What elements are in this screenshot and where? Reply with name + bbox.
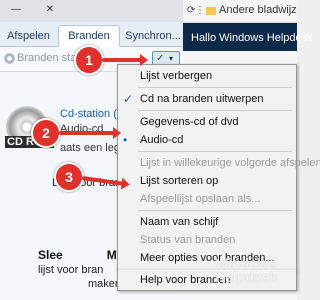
callout-1-arrow (102, 54, 148, 66)
menu-separator (138, 151, 292, 152)
site-header: Hallo Windows Helpdesk (183, 23, 313, 51)
close-button[interactable]: ✕ (42, 4, 58, 16)
menu-item-save-playlist: Afspeellijst opslaan als... (140, 193, 261, 205)
callout-2-arrow (59, 127, 121, 139)
menu-separator (138, 110, 292, 111)
menu-item-burn-status: Status van branden (140, 234, 236, 246)
checklist-icon: ✓ (156, 53, 165, 64)
watermark: Windows Helpdesk (215, 255, 278, 285)
tab-afspelen[interactable]: Afspelen (0, 25, 57, 47)
minimize-button[interactable]: — (8, 4, 24, 16)
drag-items-text: lijst voor bran (38, 264, 104, 276)
menu-item-shuffle-list: Lijst in willekeurige volgorde afspelen (140, 157, 320, 169)
menu-separator (138, 87, 292, 88)
callout-1: 1 (74, 45, 104, 75)
chevron-down-icon: ▾ (169, 54, 174, 63)
callout-2: 2 (31, 118, 61, 148)
menu-item-sort-list[interactable]: Lijst sorteren op (118, 172, 296, 190)
more-icon[interactable]: ⋮ (195, 5, 205, 16)
greeting-text: Hallo Windows Helpdesk (191, 32, 313, 44)
burn-options-menu: Lijst verbergen ✓ Cd na branden uitwerpen… (117, 64, 320, 271)
menu-item-audio-cd[interactable]: • Audio-cd (118, 131, 296, 149)
folder-icon (206, 7, 216, 15)
menu-item-data-disc[interactable]: Gegevens-cd of dvd (118, 113, 296, 131)
menu-separator (138, 210, 292, 211)
tab-synchroniseren[interactable]: Synchron... (121, 25, 185, 47)
checkmark-icon: ✓ (123, 92, 134, 106)
burn-disc-icon (4, 53, 15, 64)
tab-branden[interactable]: Branden (58, 25, 120, 47)
callout-3: 3 (54, 162, 84, 192)
radio-bullet-icon: • (123, 133, 128, 147)
bookmarks-bar: ⟳ ⋮ Andere bladwijz (183, 0, 297, 23)
tab-bar: Afspelen Branden Synchron... (0, 22, 183, 47)
other-bookmarks-link[interactable]: Andere bladwijz (219, 4, 297, 16)
menu-item-disc-name[interactable]: Naam van schijf (118, 213, 296, 231)
menu-item-hide-list[interactable]: Lijst verbergen (118, 67, 296, 85)
menu-item-eject-after-burn[interactable]: ✓ Cd na branden uitwerpen (118, 90, 296, 108)
